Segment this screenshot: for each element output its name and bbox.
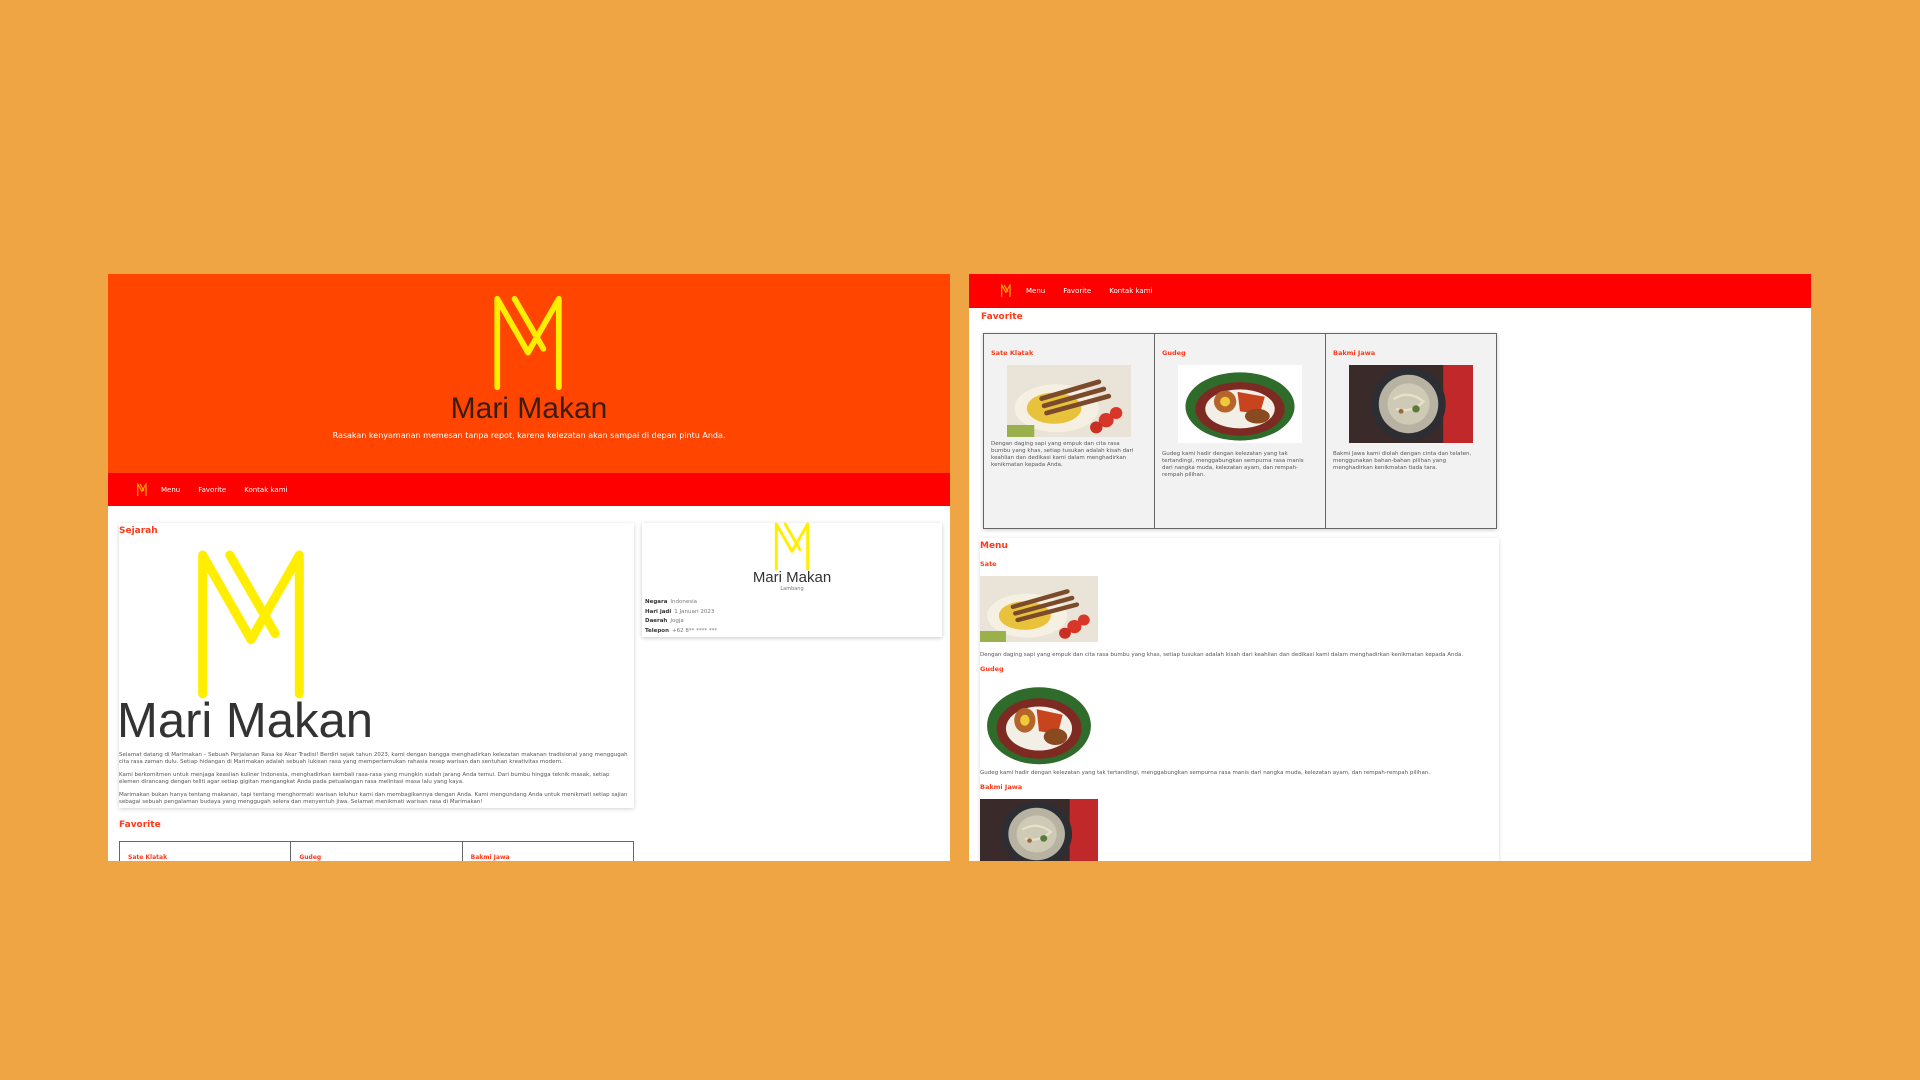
- favorite-item-name: Bakmi Jawa: [1333, 349, 1376, 357]
- favorite-item-name: Gudeg: [1162, 349, 1186, 357]
- info-title: Mari Makan: [752, 569, 832, 586]
- mm-logo-icon[interactable]: [135, 482, 149, 497]
- favorite-heading: Favorite: [119, 820, 161, 830]
- info-row-telepon: Telepon +62 8** **** ***: [645, 627, 718, 634]
- menu-heading: Menu: [980, 541, 1008, 551]
- favorite-item-name: Sate Klatak: [991, 349, 1034, 357]
- sate-image: [980, 576, 1098, 642]
- nav-link-kontak[interactable]: Kontak kami: [244, 486, 287, 494]
- mm-logo-large-icon: [166, 543, 336, 703]
- menu-item-name: Sate: [980, 560, 997, 568]
- bakmi-image: [1349, 365, 1473, 443]
- menu-item-name: Bakmi Jawa: [980, 783, 1023, 791]
- info-subtitle: Lambang: [780, 586, 804, 592]
- bakmi-image: [980, 799, 1098, 861]
- mm-logo-icon[interactable]: [999, 284, 1013, 298]
- sejarah-paragraph: Selamat datang di Marimakan – Sebuah Per…: [119, 752, 628, 765]
- nav-link-menu[interactable]: Menu: [1026, 287, 1045, 295]
- info-rows: Negara Indonesia Hari jadi 1 Januari 2023 …: [645, 598, 717, 636]
- gudeg-image: [980, 679, 1098, 767]
- navbar: Menu Favorite Kontak kami: [969, 274, 1811, 308]
- info-card: Mari Makan Lambang Negara Indonesia Hari …: [642, 522, 942, 637]
- favorite-cell-name: Gudeg: [291, 842, 463, 861]
- favorite-cell-name: Sate Klatak: [120, 842, 292, 861]
- favorite-item-desc: Dengan daging sapi yang empuk dan cita r…: [991, 441, 1134, 468]
- sejarah-section: Sejarah Mari Makan Selamat datang di Mar…: [117, 523, 634, 808]
- menu-section: Menu Sate Dengan daging sapi yang empuk …: [980, 538, 1499, 861]
- sejarah-text: Selamat datang di Marimakan – Sebuah Per…: [119, 752, 629, 812]
- mm-logo-icon: [474, 293, 584, 393]
- gudeg-image: [1178, 365, 1302, 443]
- favorite-item-sate: Sate Klatak Dengan daging sapi yang empu…: [984, 334, 1155, 528]
- favorite-table: Sate Klatak Dengan daging sapi yang empu…: [983, 333, 1497, 529]
- sejarah-paragraph: Kami berkomitmen untuk menjaga keaslian …: [119, 772, 610, 785]
- sejarah-paragraph: Marimakan bukan hanya tentang makanan, t…: [119, 792, 628, 805]
- screenshot-menu: Menu Favorite Kontak kami Favorite Sate …: [969, 274, 1811, 861]
- nav-link-kontak[interactable]: Kontak kami: [1109, 287, 1152, 295]
- menu-item-desc: Gudeg kami hadir dengan kelezatan yang t…: [980, 770, 1431, 776]
- sate-image: [1007, 365, 1131, 437]
- info-row-daerah: Daerah Jogja: [645, 618, 684, 625]
- favorite-table: Sate Klatak Gudeg Bakmi Jawa: [119, 841, 634, 861]
- hero-tagline: Rasakan kenyamanan memesan tanpa repot, …: [332, 431, 726, 440]
- favorite-item-gudeg: Gudeg Gudeg kami hadir dengan kelezatan …: [1155, 334, 1326, 528]
- navbar: Menu Favorite Kontak kami: [108, 473, 950, 506]
- mm-logo-icon: [774, 522, 810, 571]
- menu-item-name: Gudeg: [980, 665, 1004, 673]
- sejarah-heading: Sejarah: [119, 526, 158, 536]
- favorite-item-bakmi: Bakmi Jawa Bakmi Jawa kami diolah dengan…: [1326, 334, 1496, 528]
- nav-link-favorite[interactable]: Favorite: [1063, 287, 1091, 295]
- favorite-cell-name: Bakmi Jawa: [470, 854, 510, 861]
- favorite-heading: Favorite: [981, 312, 1023, 322]
- menu-item-desc: Dengan daging sapi yang empuk dan cita r…: [980, 652, 1464, 658]
- sejarah-title: Mari Makan: [117, 694, 373, 748]
- nav-link-menu[interactable]: Menu: [161, 486, 180, 494]
- hero-banner: Mari Makan Rasakan kenyamanan memesan ta…: [108, 274, 950, 473]
- info-row-negara: Negara Indonesia: [645, 599, 698, 605]
- screenshot-home: Mari Makan Rasakan kenyamanan memesan ta…: [108, 274, 950, 861]
- hero-title: Mari Makan: [450, 392, 608, 425]
- nav-link-favorite[interactable]: Favorite: [198, 486, 226, 494]
- favorite-item-desc: Bakmi Jawa kami diolah dengan cinta dan …: [1333, 451, 1472, 471]
- favorite-item-desc: Gudeg kami hadir dengan kelezatan yang t…: [1162, 451, 1304, 478]
- info-row-harijadi: Hari jadi 1 Januari 2023: [645, 608, 715, 615]
